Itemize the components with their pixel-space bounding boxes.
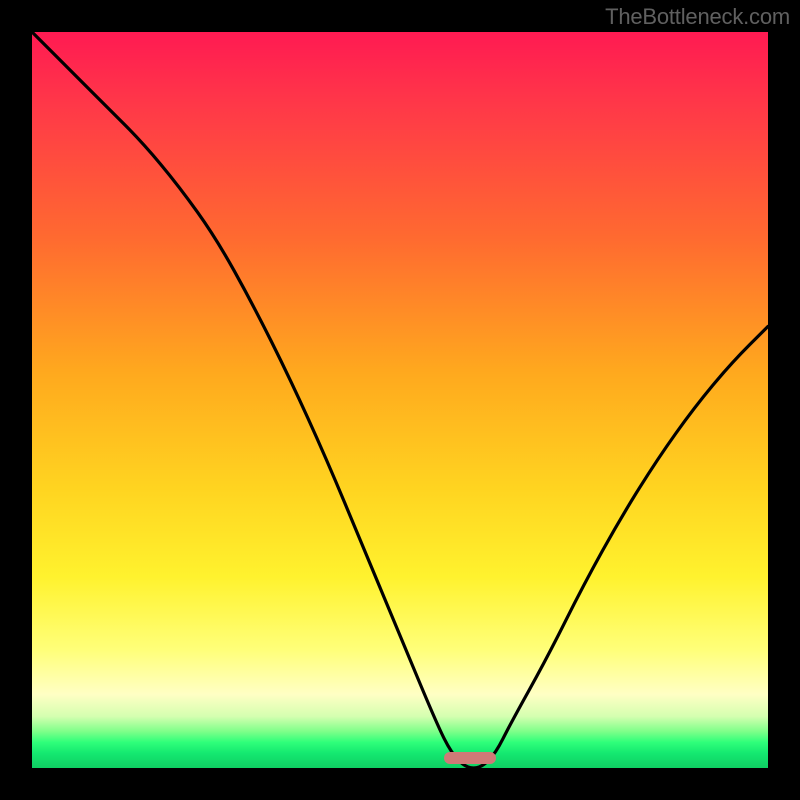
chart-frame: TheBottleneck.com <box>0 0 800 800</box>
optimum-marker <box>444 752 496 764</box>
curve-path <box>32 32 768 768</box>
bottleneck-curve <box>32 32 768 768</box>
plot-area <box>32 32 768 768</box>
attribution-watermark: TheBottleneck.com <box>605 4 790 30</box>
